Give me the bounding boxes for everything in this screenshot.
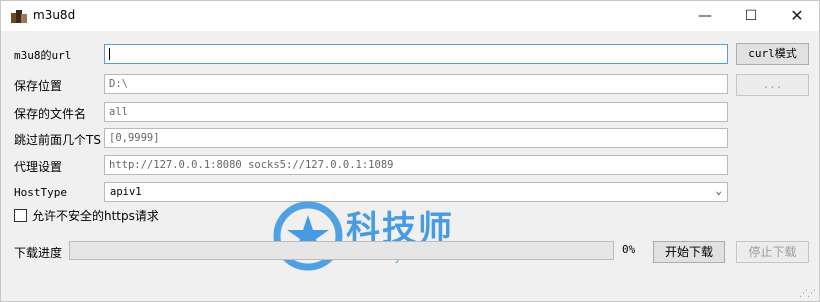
progress-percent: 0% [622, 243, 636, 256]
skip-ts-label: 跳过前面几个TS [14, 133, 101, 147]
start-download-button[interactable]: 开始下载 [653, 241, 725, 263]
resize-grip-icon[interactable]: ⋰⋰ [799, 289, 816, 299]
close-button[interactable]: ✕ [774, 1, 820, 31]
save-path-label: 保存位置 [14, 79, 63, 93]
progress-label: 下载进度 [14, 246, 63, 260]
save-path-input[interactable]: D:\ [104, 74, 728, 94]
curl-mode-button[interactable]: curl模式 [736, 43, 809, 65]
maximize-button[interactable]: ☐ [728, 1, 774, 31]
insecure-https-label[interactable]: 允许不安全的https请求 [32, 207, 159, 224]
url-input[interactable] [104, 44, 728, 64]
download-progress-bar [69, 241, 614, 260]
filename-label: 保存的文件名 [14, 107, 87, 121]
chevron-down-icon: ⌄ [715, 184, 722, 197]
browse-button[interactable]: ... [736, 74, 809, 96]
app-icon [11, 9, 27, 23]
title-bar: m3u8d — ☐ ✕ [1, 1, 819, 31]
minimize-button[interactable]: — [682, 1, 728, 31]
window-title: m3u8d [33, 8, 76, 22]
status-bar: ⋰⋰ [1, 285, 819, 301]
url-label: m3u8的url [14, 49, 72, 62]
insecure-https-checkbox[interactable] [14, 209, 27, 222]
host-type-value: apiv1 [110, 186, 142, 198]
proxy-input[interactable]: http://127.0.0.1:8080 socks5://127.0.0.1… [104, 155, 728, 175]
app-window: m3u8d — ☐ ✕ m3u8的url curl模式 保存位置 D:\ ...… [0, 0, 820, 302]
stop-download-button[interactable]: 停止下载 [736, 241, 809, 263]
watermark-logo-icon [273, 201, 343, 271]
proxy-label: 代理设置 [14, 160, 63, 174]
text-caret [109, 48, 110, 60]
watermark: 科技师 www.3kjs.com [271, 199, 511, 279]
host-type-label: HostType [14, 186, 67, 199]
filename-input[interactable]: all [104, 102, 728, 122]
skip-ts-input[interactable]: [0,9999] [104, 128, 728, 148]
